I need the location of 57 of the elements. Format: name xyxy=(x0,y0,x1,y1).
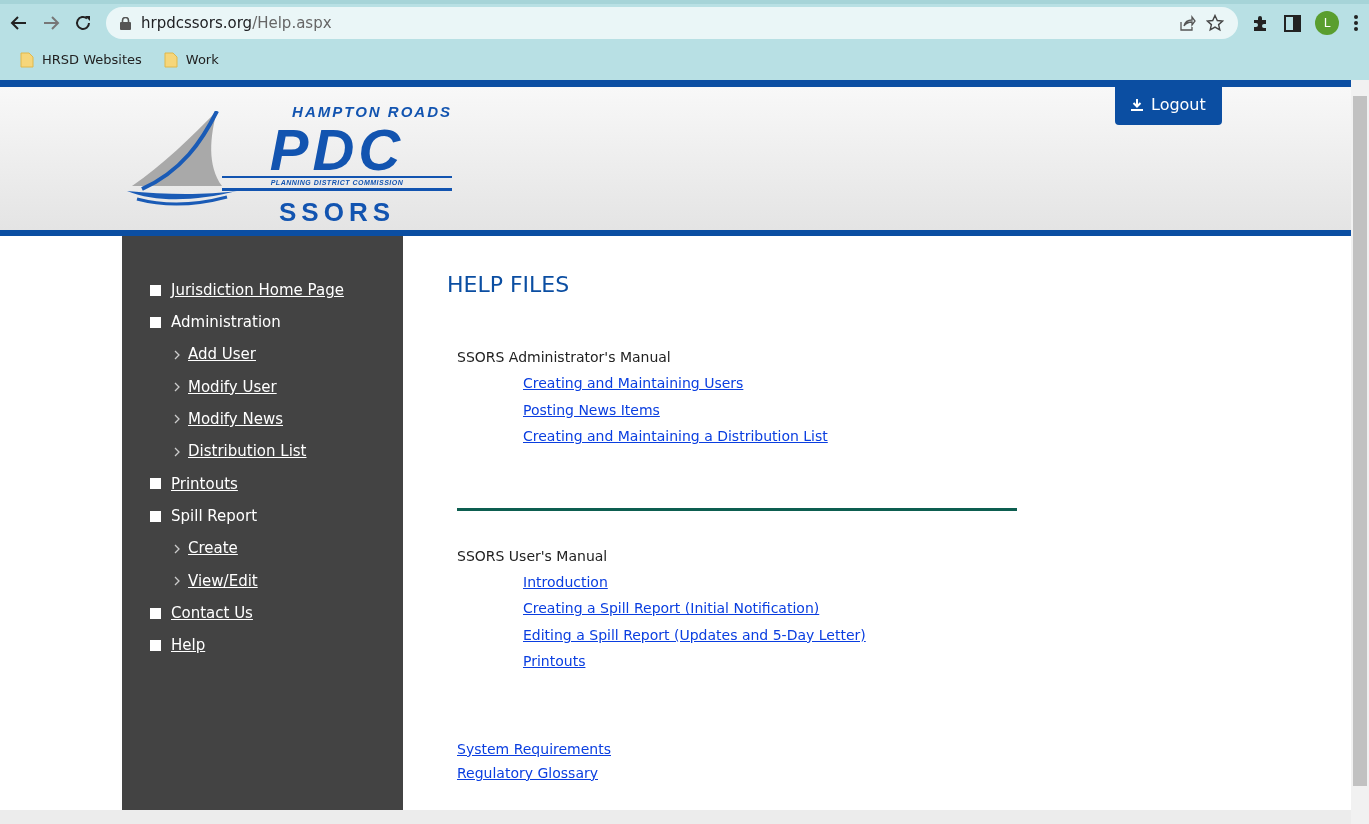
bookmark-link[interactable]: Work xyxy=(185,50,219,70)
reload-icon[interactable] xyxy=(74,14,92,32)
bullet-icon xyxy=(150,478,161,490)
document-link[interactable]: Editing a Spill Report (Updates and 5-Day Letter) xyxy=(523,621,866,649)
side-panel-icon[interactable] xyxy=(1284,14,1301,32)
nav-link[interactable]: Modify News xyxy=(188,408,283,431)
back-icon[interactable] xyxy=(10,14,28,32)
logo-text: PDC xyxy=(268,123,405,176)
section-heading: SSORS Administrator's Manual xyxy=(456,348,672,368)
document-link[interactable]: Printouts xyxy=(523,648,586,675)
folder-icon xyxy=(163,52,178,68)
document-link[interactable]: Creating and Maintaining Users xyxy=(523,370,744,397)
bullet-icon xyxy=(150,639,161,651)
nav-label: Spill Report xyxy=(171,505,258,527)
folder-icon xyxy=(20,52,34,68)
chevron-icon xyxy=(174,382,180,393)
nav-link[interactable]: Jurisdiction Home Page xyxy=(171,278,344,302)
nav-link[interactable]: View/Edit xyxy=(188,569,258,593)
bullet-icon xyxy=(150,316,161,328)
bullet-icon xyxy=(150,510,161,522)
document-link[interactable]: System Requirements xyxy=(457,736,611,761)
chevron-icon xyxy=(174,414,180,425)
chevron-icon xyxy=(174,349,180,360)
document-link[interactable]: Regulatory Glossary xyxy=(457,760,598,785)
bookmark-link[interactable]: HRSD Websites xyxy=(42,50,142,70)
address-bar[interactable]: hrpdcssors.org/Help.aspx xyxy=(106,7,1238,39)
bullet-icon xyxy=(150,607,161,619)
forward-icon[interactable] xyxy=(42,14,60,32)
logout-button[interactable]: Logout xyxy=(1115,87,1222,125)
nav-link[interactable]: Printouts xyxy=(171,472,238,496)
menu-icon[interactable] xyxy=(1353,14,1359,32)
lock-icon xyxy=(120,16,131,30)
nav-link[interactable]: Modify User xyxy=(188,375,277,399)
nav-link[interactable]: Create xyxy=(188,537,238,560)
share-icon[interactable] xyxy=(1178,14,1196,32)
vertical-scrollbar[interactable] xyxy=(1351,80,1369,824)
nav-link[interactable]: Add User xyxy=(188,343,256,366)
chevron-icon xyxy=(174,446,180,457)
chevron-icon xyxy=(174,575,180,586)
bullet-icon xyxy=(150,284,161,296)
logo-text: SSORS xyxy=(278,196,396,229)
nav-label: Administration xyxy=(171,312,281,334)
scroll-thumb[interactable] xyxy=(1353,96,1367,786)
document-link[interactable]: Creating a Spill Report (Initial Notification) xyxy=(523,595,820,622)
chevron-icon xyxy=(174,543,180,554)
document-link[interactable]: Posting News Items xyxy=(523,396,660,424)
nav-link[interactable]: Distribution List xyxy=(188,440,307,463)
nav-link[interactable]: Help xyxy=(171,634,206,657)
nav-link[interactable]: Contact Us xyxy=(171,601,253,625)
download-icon xyxy=(1131,98,1143,112)
page-title: HELP FILES xyxy=(447,272,571,299)
logo-text: HAMPTON ROADS xyxy=(291,102,452,122)
section-heading: SSORS User's Manual xyxy=(456,546,609,566)
document-link[interactable]: Introduction xyxy=(523,568,608,596)
horizontal-scrollbar[interactable] xyxy=(0,810,1351,824)
document-link[interactable]: Creating and Maintaining a Distribution List xyxy=(523,423,828,450)
star-icon[interactable] xyxy=(1206,14,1224,32)
